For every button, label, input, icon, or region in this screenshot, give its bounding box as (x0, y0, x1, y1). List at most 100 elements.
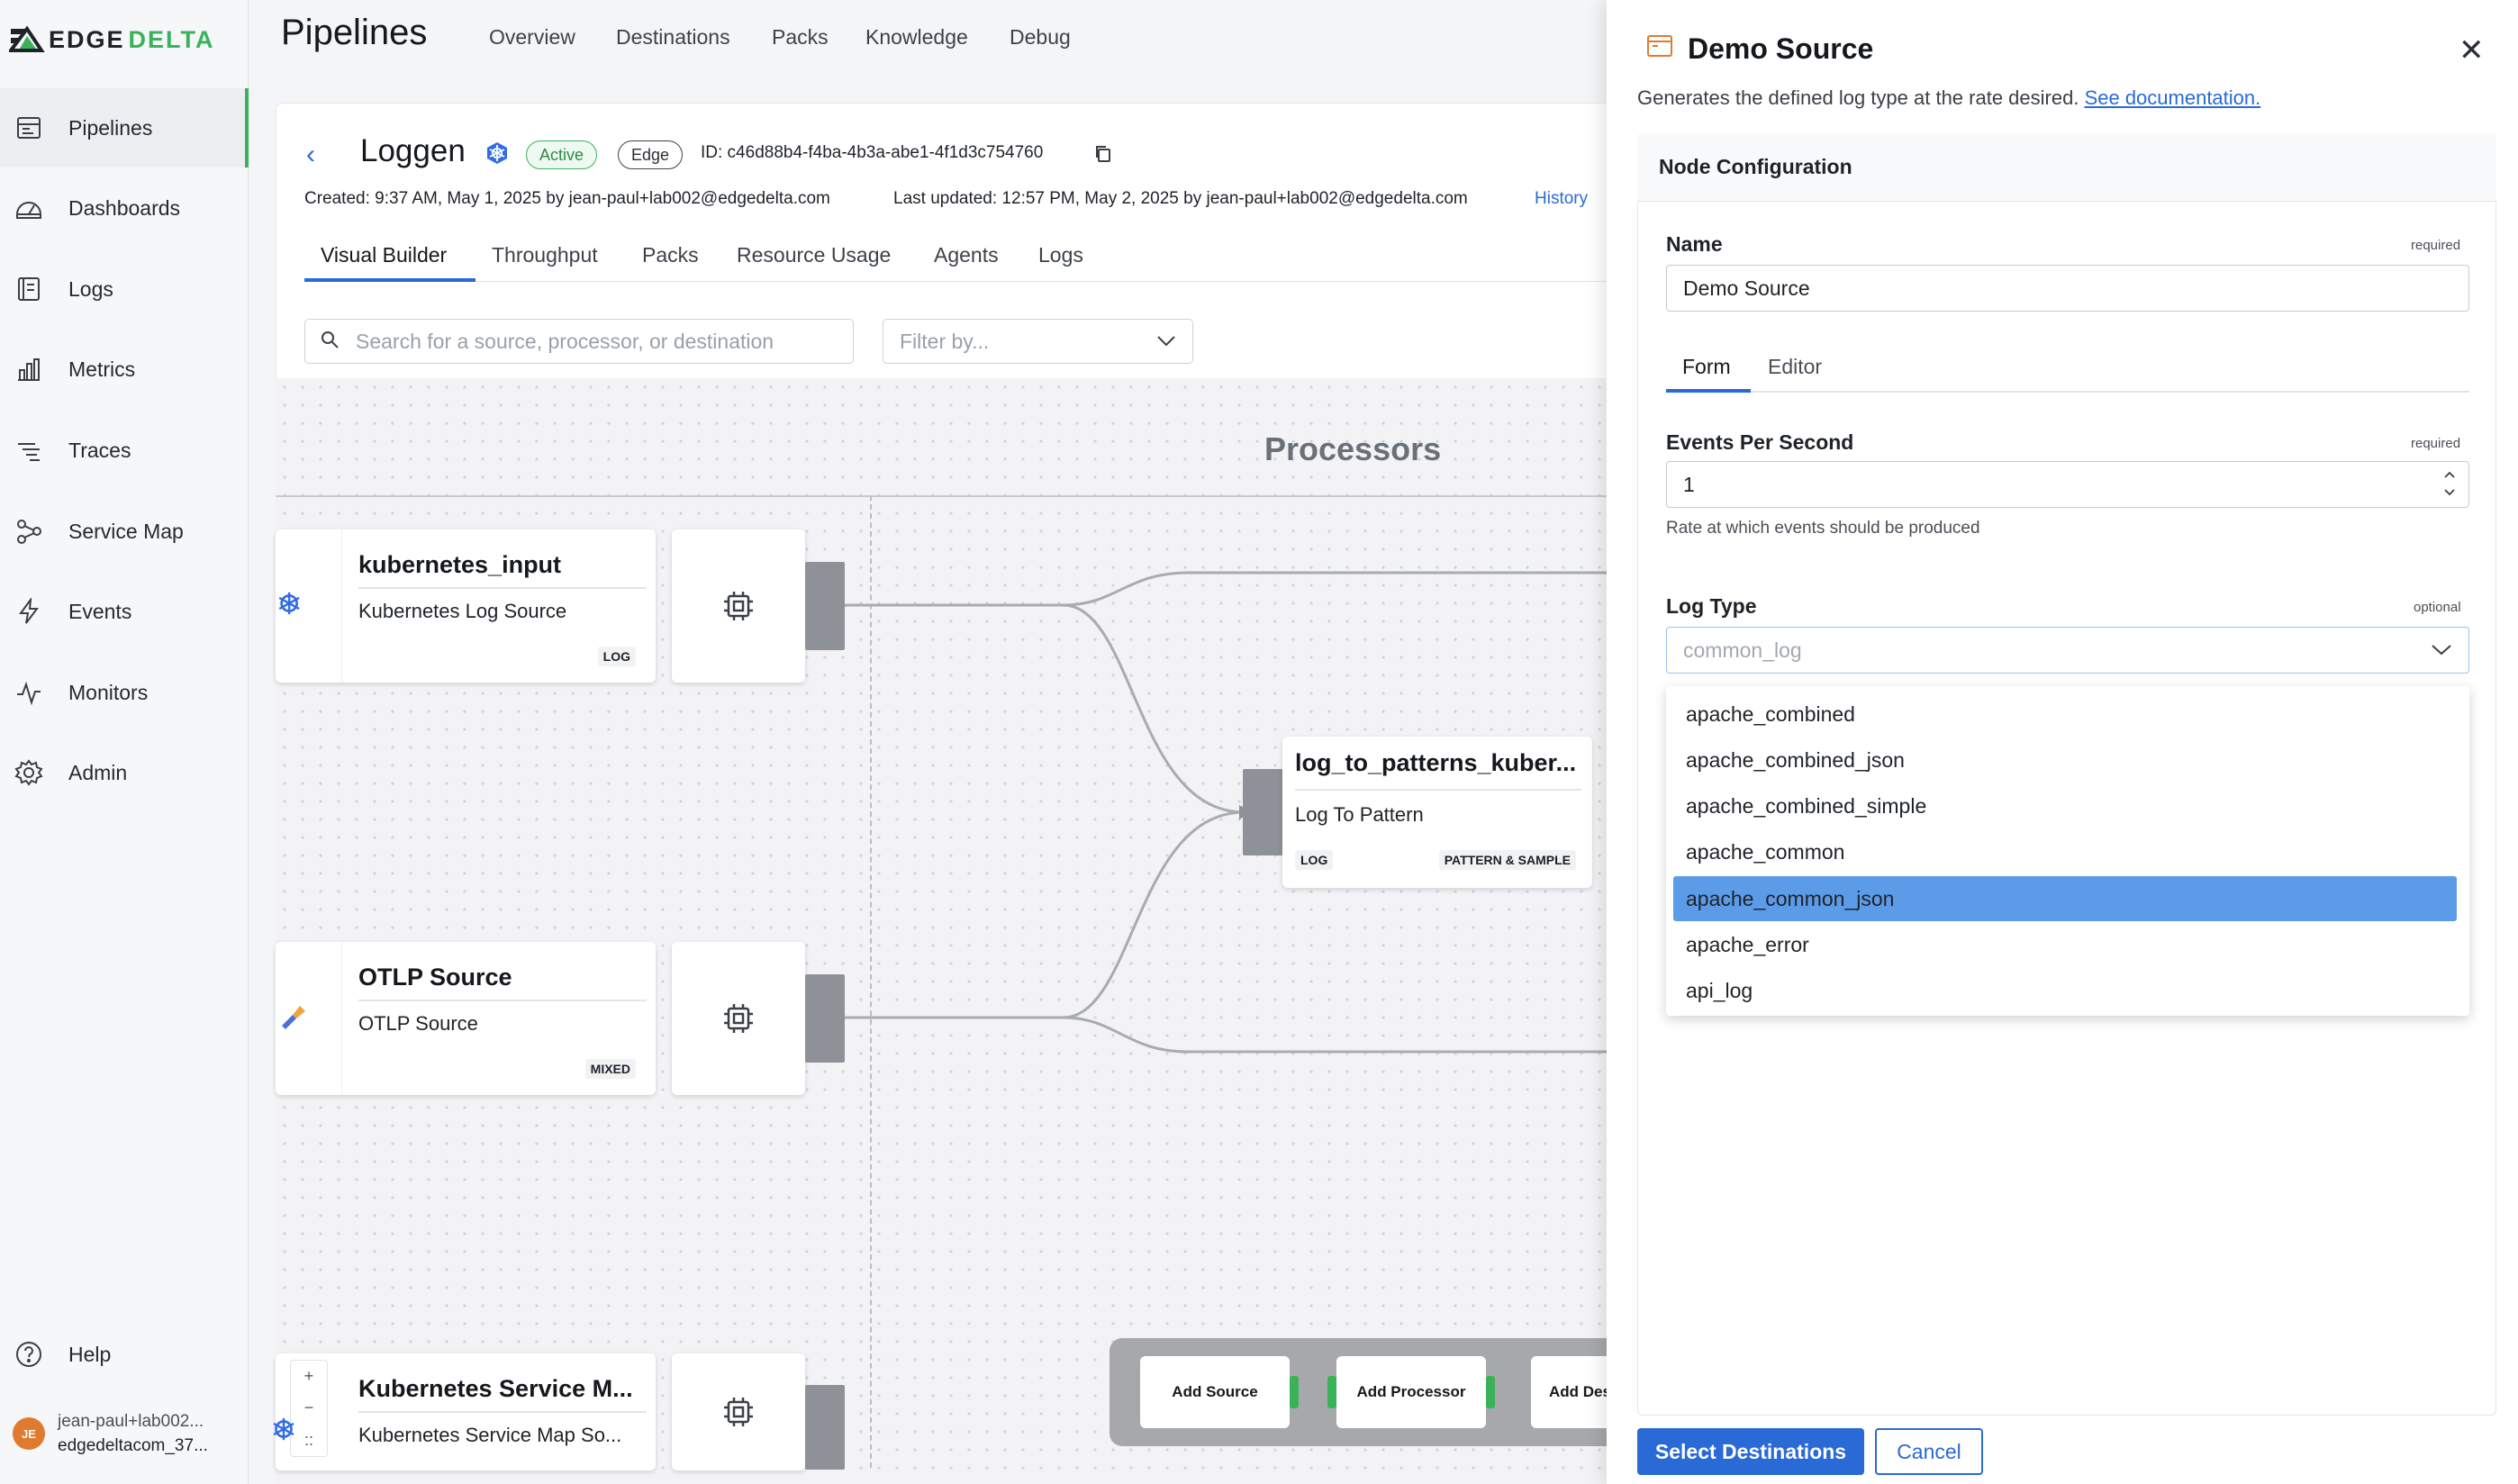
connector-handle (1290, 1376, 1299, 1408)
required-label: required (2411, 238, 2461, 253)
tab-visual-builder[interactable]: Visual Builder (321, 243, 447, 267)
node-subtitle: OTLP Source (358, 1012, 478, 1035)
close-icon[interactable]: ✕ (2459, 32, 2485, 68)
search-input[interactable] (356, 329, 824, 354)
node-divider (358, 1411, 647, 1413)
name-value: Demo Source (1683, 276, 1810, 300)
documentation-link[interactable]: See documentation. (2085, 86, 2261, 109)
tab-logs[interactable]: Logs (1038, 243, 1083, 267)
back-chevron-icon[interactable]: ‹ (306, 140, 315, 170)
edge-delta-logo[interactable]: EDGE DELTA (9, 22, 215, 58)
node-processor-tile[interactable] (672, 529, 805, 683)
drawer-description: Generates the defined log type at the ra… (1637, 86, 2260, 110)
environment-badge: Edge (618, 140, 684, 169)
tab-packs-sub[interactable]: Packs (642, 243, 699, 267)
dropdown-option[interactable]: apache_combined_simple (1673, 783, 2457, 828)
copy-icon[interactable] (1093, 144, 1113, 168)
dropdown-option[interactable]: api_log (1673, 968, 2457, 1013)
sidebar-item-help[interactable]: Help (0, 1315, 249, 1394)
sidebar-item-logs[interactable]: Logs (0, 249, 249, 329)
output-port[interactable] (805, 562, 845, 650)
tab-overview[interactable]: Overview (489, 25, 575, 50)
processor-node-log-to-patterns[interactable]: log_to_patterns_kuber... Log To Pattern … (1282, 737, 1592, 888)
zoom-in-button[interactable]: + (304, 1367, 314, 1386)
chevron-down-icon (1157, 336, 1175, 347)
events-per-second-label: Events Per Second (1666, 430, 1854, 454)
node-type-tag: PATTERN & SAMPLE (1438, 850, 1576, 870)
active-tab-indicator (304, 278, 476, 282)
filter-select[interactable]: Filter by... (883, 319, 1193, 364)
user-menu[interactable]: JE jean-paul+lab002... edgedeltacom_37..… (13, 1409, 208, 1458)
sidebar-item-pipelines[interactable]: Pipelines (0, 88, 249, 167)
sidebar-item-monitors[interactable]: Monitors (0, 653, 249, 732)
search-icon (320, 330, 340, 354)
source-node-kubernetes-service-map[interactable]: Kubernetes Service M... Kubernetes Servi… (276, 1353, 656, 1470)
number-stepper-icon[interactable] (2442, 468, 2457, 499)
node-subtitle: Kubernetes Service Map So... (358, 1424, 622, 1446)
select-destinations-button[interactable]: Select Destinations (1637, 1428, 1864, 1475)
cancel-button[interactable]: Cancel (1875, 1428, 1983, 1475)
log-type-placeholder: common_log (1683, 638, 1802, 662)
search-field[interactable] (304, 319, 854, 364)
source-node-kubernetes-input[interactable]: kubernetes_input Kubernetes Log Source L… (276, 529, 656, 683)
history-link[interactable]: History (1535, 189, 1588, 209)
input-port[interactable] (1243, 769, 1284, 855)
monitors-icon (11, 674, 47, 710)
processor-chip-icon (724, 1398, 753, 1426)
pipeline-id: ID: c46d88b4-f4ba-4b3a-abe1-4f1d3c754760 (701, 143, 1044, 162)
events-per-second-field[interactable]: 1 (1666, 461, 2469, 508)
required-label: required (2411, 436, 2461, 451)
name-label: Name (1666, 232, 1723, 256)
tab-debug[interactable]: Debug (1010, 25, 1071, 50)
otlp-icon (276, 998, 312, 1034)
sidebar-item-label: Monitors (68, 680, 149, 704)
tab-form[interactable]: Form (1682, 355, 1731, 379)
sidebar-item-events[interactable]: Events (0, 572, 249, 651)
log-type-select[interactable]: common_log (1666, 627, 2469, 674)
dropdown-option[interactable]: apache_combined (1673, 692, 2457, 737)
logs-icon (11, 271, 47, 307)
sidebar-item-metrics[interactable]: Metrics (0, 330, 249, 409)
node-divider (1295, 789, 1581, 791)
tab-throughput[interactable]: Throughput (492, 243, 598, 267)
dropdown-option[interactable]: apache_combined_json (1673, 737, 2457, 783)
name-field[interactable]: Demo Source (1666, 265, 2469, 312)
output-port[interactable] (805, 1385, 845, 1470)
metrics-icon (11, 351, 47, 387)
traces-icon (11, 432, 47, 468)
output-port[interactable] (805, 974, 845, 1063)
tab-packs[interactable]: Packs (772, 25, 829, 50)
kubernetes-icon (268, 1414, 299, 1449)
optional-label: optional (2414, 600, 2461, 615)
sidebar-item-label: Traces (68, 438, 131, 462)
chevron-down-icon (2432, 645, 2451, 656)
tab-divider (1666, 391, 2469, 393)
source-node-otlp[interactable]: OTLP Source OTLP Source MIXED (276, 942, 656, 1095)
node-title: kubernetes_input (358, 551, 562, 578)
logo-wordmark-delta: DELTA (128, 25, 215, 53)
dropdown-option[interactable]: apache_error (1673, 922, 2457, 967)
node-type-tag: LOG (1295, 850, 1334, 870)
sidebar-item-dashboards[interactable]: Dashboards (0, 168, 249, 248)
fit-view-button[interactable]: :: (304, 1431, 313, 1450)
edge-delta-logo-icon (9, 25, 45, 52)
sidebar-item-traces[interactable]: Traces (0, 411, 249, 490)
help-label: Help (68, 1342, 112, 1366)
processors-column-header: Processors (1264, 430, 1442, 467)
tab-resource-usage[interactable]: Resource Usage (737, 243, 891, 267)
dropdown-option[interactable]: apache_common (1673, 829, 2457, 874)
add-processor-button[interactable]: Add Processor (1336, 1356, 1486, 1428)
zoom-out-button[interactable]: − (304, 1398, 314, 1417)
sidebar-item-label: Events (68, 599, 132, 623)
dropdown-option-selected[interactable]: apache_common_json (1673, 876, 2457, 921)
sidebar-item-service-map[interactable]: Service Map (0, 492, 249, 571)
node-processor-tile[interactable] (672, 942, 805, 1095)
tab-agents[interactable]: Agents (934, 243, 999, 267)
tab-editor[interactable]: Editor (1768, 355, 1822, 379)
tab-destinations[interactable]: Destinations (616, 25, 730, 50)
add-source-button[interactable]: Add Source (1140, 1356, 1290, 1428)
node-processor-tile[interactable] (672, 1353, 805, 1470)
tab-knowledge[interactable]: Knowledge (865, 25, 968, 50)
sidebar-item-admin[interactable]: Admin (0, 733, 249, 812)
events-icon (11, 593, 47, 629)
